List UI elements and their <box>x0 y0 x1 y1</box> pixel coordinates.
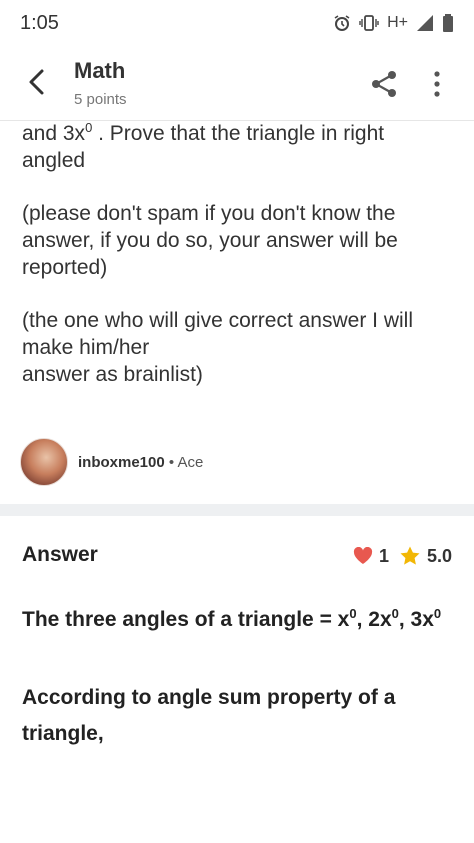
network-type-label: H+ <box>387 14 408 31</box>
likes-stat[interactable]: 1 <box>353 546 389 567</box>
answer-body: The three angles of a triangle = x0, 2x0… <box>22 602 452 752</box>
subject-title: Math <box>74 58 126 83</box>
app-bar: Math 5 points <box>0 46 474 121</box>
asker-username[interactable]: inboxme100 <box>78 454 165 471</box>
question-paragraph: and 3x0 . Prove that the triangle in rig… <box>22 120 452 174</box>
answer-stats: 1 5.0 <box>353 545 452 567</box>
more-vert-icon <box>434 71 440 97</box>
answer-paragraph: The three angles of a triangle = x0, 2x0… <box>22 602 452 638</box>
signal-icon <box>416 14 434 32</box>
asker-rank: Ace <box>177 453 204 471</box>
question-line-text: and 3x <box>22 122 86 145</box>
heart-icon <box>353 547 373 564</box>
rating-stat[interactable]: 5.0 <box>399 545 452 567</box>
share-button[interactable] <box>368 68 400 100</box>
points-label: 5 points <box>74 91 127 108</box>
answer-line-text: , 3x <box>398 608 434 631</box>
question-line-text: (the one who will give correct answer I … <box>22 309 413 359</box>
avatar[interactable] <box>20 438 68 486</box>
question-paragraph: (the one who will give correct answer I … <box>22 307 452 388</box>
answer-heading: Answer <box>22 543 98 566</box>
asker-username-row[interactable]: inboxme100 • Ace <box>78 454 203 471</box>
rating-value: 5.0 <box>426 545 452 566</box>
question-text: and 3x0 . Prove that the triangle in rig… <box>22 120 452 388</box>
status-time: 1:05 <box>20 11 59 34</box>
status-icons: H+ <box>333 14 454 32</box>
answer-line-text: The three angles of a triangle = x <box>22 608 350 631</box>
alarm-icon <box>333 14 351 32</box>
star-icon <box>400 546 420 565</box>
likes-count: 1 <box>378 545 389 566</box>
vibrate-icon <box>359 14 379 32</box>
answer-paragraph: According to angle sum property of a tri… <box>22 686 396 745</box>
battery-icon <box>442 14 454 32</box>
more-options-button[interactable] <box>426 66 448 102</box>
asker-profile[interactable]: inboxme100 • Ace <box>20 438 203 486</box>
back-arrow-icon <box>29 69 44 95</box>
degree-superscript: 0 <box>391 606 399 621</box>
status-bar: 1:05 H+ <box>0 0 474 46</box>
share-icon <box>372 71 396 97</box>
degree-superscript: 0 <box>433 606 442 621</box>
separator-dot: • <box>164 453 178 471</box>
back-button[interactable] <box>22 64 52 100</box>
question-line-text: answer as brainlist) <box>22 363 203 386</box>
question-paragraph: (please don't spam if you don't know the… <box>22 202 398 279</box>
degree-superscript: 0 <box>349 606 357 621</box>
section-divider <box>0 504 474 516</box>
answer-line-text: , 2x <box>356 608 392 631</box>
